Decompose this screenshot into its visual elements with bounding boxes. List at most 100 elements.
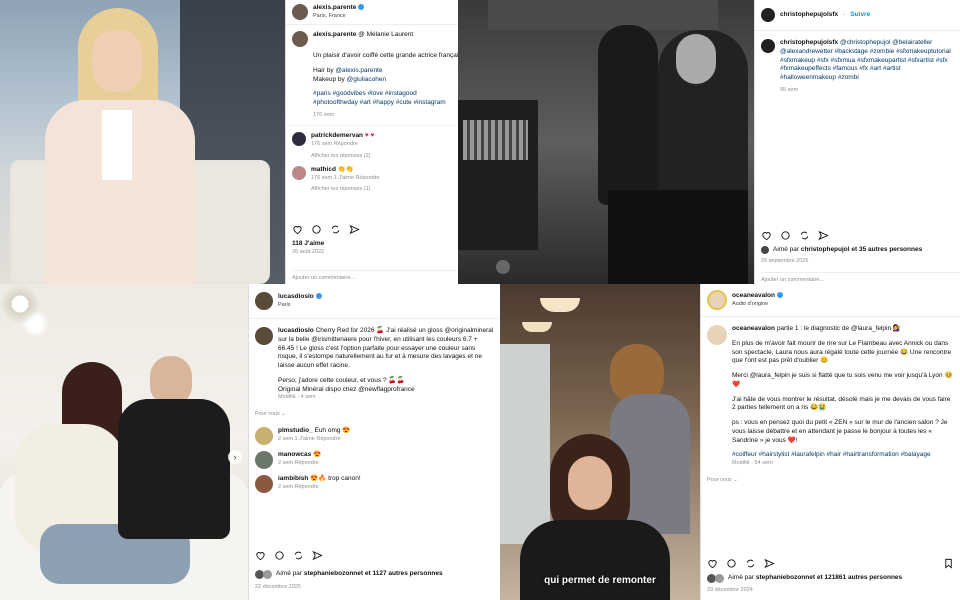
avatar[interactable] (255, 451, 273, 470)
liked-by-row: Aimé par stephaniebozonnet et 1127 autre… (255, 570, 443, 579)
comment-meta[interactable]: 2 sem Répondre (278, 460, 321, 467)
post-photo-makeup-artist[interactable] (458, 0, 754, 284)
add-comment-input[interactable]: Ajouter un commentaire... (292, 275, 355, 281)
like-count[interactable]: 118 J'aime (292, 240, 324, 249)
audio-label[interactable]: Audio d'origine (732, 301, 783, 308)
liked-by-others[interactable]: et 35 autres personnes (851, 246, 922, 253)
post-header: christophepujolsfx · Suivre (755, 0, 960, 31)
post-panel-christophe: christophepujolsfx · Suivre christophepu… (458, 0, 960, 284)
username[interactable]: christophepujolsfx (780, 11, 838, 20)
hashtags[interactable]: #coiffeur #hairstylist #laurafelpin #hai… (732, 451, 954, 460)
post-date: 29 septembre 2025 (761, 258, 809, 264)
avatar[interactable] (761, 8, 775, 22)
comment-meta[interactable]: 176 sem 1 J'aime Répondre (311, 175, 380, 182)
carousel-next-icon[interactable]: › (228, 450, 242, 464)
share-icon[interactable] (312, 550, 323, 561)
mention-link[interactable]: @giuliacohen (347, 76, 387, 83)
repost-icon[interactable] (330, 224, 341, 235)
repost-icon[interactable] (293, 550, 304, 561)
comment-icon[interactable] (726, 558, 737, 569)
for-you-toggle[interactable]: Pour vous ⌄ (701, 471, 960, 490)
liked-by-user[interactable]: christophepujol (801, 246, 850, 253)
liked-by-label: Aimé par (773, 246, 800, 253)
comment-meta[interactable]: 2 sem 1 J'aime Répondre (278, 436, 350, 443)
caption-text: partie 1 : le diagnostic de @laura_felpi… (776, 325, 901, 332)
comment-username[interactable]: iambibish (278, 475, 308, 482)
comment-icon[interactable] (311, 224, 322, 235)
avatar[interactable] (707, 290, 727, 310)
comment-item: manowcas 😍 2 sem Répondre (249, 448, 500, 472)
username[interactable]: oceaneavalon (732, 292, 775, 299)
caption-line: Original Minéral dispo chez @newflagprof… (278, 385, 415, 393)
avatar (263, 570, 272, 579)
comment-username[interactable]: mathicd (311, 166, 336, 173)
heart-icon[interactable] (707, 558, 718, 569)
add-comment-input[interactable]: Ajouter un commentaire... (761, 277, 824, 283)
likes-block: 118 J'aime 26 août 2022 (292, 240, 324, 256)
heart-icon[interactable] (255, 550, 266, 561)
avatar[interactable] (255, 292, 273, 310)
avatar[interactable] (292, 166, 306, 181)
comment-username[interactable]: manowcas (278, 451, 311, 458)
photo-model-face (676, 34, 716, 84)
post-sidebar-alexis: alexis.parente Paris, France alexis.pare… (285, 0, 458, 284)
share-icon[interactable] (349, 224, 360, 235)
for-you-toggle[interactable]: Pour vous ⌄ (249, 405, 500, 424)
avatar[interactable] (255, 427, 273, 446)
avatar[interactable] (292, 31, 308, 48)
liked-by-label: Aimé par (728, 574, 755, 582)
avatar[interactable] (255, 327, 273, 345)
liked-by-user[interactable]: stephaniebozonnet (304, 570, 363, 577)
share-icon[interactable] (818, 230, 829, 241)
post-sidebar-oceane: oceaneavalon Audio d'origine oceaneavalo… (700, 284, 960, 600)
post-date: 22 décembre 2025 (255, 584, 301, 590)
hashtags[interactable]: #paris #goodvibes #love #instagood #phot… (313, 90, 452, 108)
caption-username[interactable]: oceaneavalon (732, 325, 775, 332)
post-photo-couple[interactable]: › (0, 284, 248, 600)
add-comment-row: Ajouter un commentaire... (761, 272, 960, 284)
comment-icon[interactable] (274, 550, 285, 561)
follow-button[interactable]: Suivre (850, 11, 870, 20)
caption-body: Un plaisir d'avoir coiffé cette grande a… (286, 50, 458, 119)
heart-icon[interactable] (761, 230, 772, 241)
caption-username[interactable]: lucasdioslo (278, 327, 314, 334)
comment-username[interactable]: patrickdemervan (311, 132, 363, 139)
username[interactable]: alexis.parente (313, 4, 356, 11)
post-date: 26 août 2022 (292, 248, 325, 255)
credit-label: Hair by (313, 66, 334, 74)
heart-icon[interactable] (292, 224, 303, 235)
avatar[interactable] (255, 475, 273, 494)
post-sidebar-lucas: lucasdioslo Paris lucasdioslo Cherry Red… (248, 284, 500, 600)
location[interactable]: Paris, France (313, 13, 364, 20)
caption-username[interactable]: alexis.parente (313, 31, 356, 38)
location[interactable]: Paris (278, 302, 322, 309)
avatar[interactable] (707, 325, 727, 345)
comment-meta[interactable]: 176 sem Répondre (311, 141, 374, 148)
comment-username[interactable]: plmstudio_ (278, 427, 313, 434)
credit-label: Makeup by (313, 75, 345, 83)
liked-by-user[interactable]: stephaniebozonnet (756, 574, 815, 581)
repost-icon[interactable] (799, 230, 810, 241)
view-replies[interactable]: Afficher les réponses (1) (311, 186, 380, 193)
comment-meta[interactable]: 2 sem Répondre (278, 484, 361, 491)
avatar[interactable] (292, 132, 306, 147)
photo-artist (598, 25, 658, 205)
repost-icon[interactable] (745, 558, 756, 569)
avatar[interactable] (292, 4, 308, 21)
liked-by-others[interactable]: et 1127 autres personnes (365, 570, 443, 577)
photo-ceiling-lamp (540, 298, 580, 312)
caption-paragraph: J'ai hâte de vous montrer le résultat, d… (732, 395, 951, 412)
comment-icon[interactable] (780, 230, 791, 241)
share-icon[interactable] (764, 558, 775, 569)
modified-meta: Modifié · 4 sem (278, 394, 316, 401)
bookmark-icon[interactable] (943, 558, 954, 569)
username[interactable]: lucasdioslo (278, 293, 314, 300)
post-video-salon[interactable]: qui permet de remonter (500, 284, 700, 600)
post-photo-melanie[interactable] (0, 0, 285, 284)
avatar[interactable] (761, 39, 775, 53)
view-replies[interactable]: Afficher les réponses (2) (311, 153, 374, 160)
mention-link[interactable]: @alexis.parente (335, 67, 382, 74)
liked-by-others[interactable]: et 121861 autres personnes (817, 574, 902, 581)
caption-username[interactable]: christophepujolsfx (780, 39, 838, 46)
sound-toggle-icon[interactable] (496, 260, 510, 274)
